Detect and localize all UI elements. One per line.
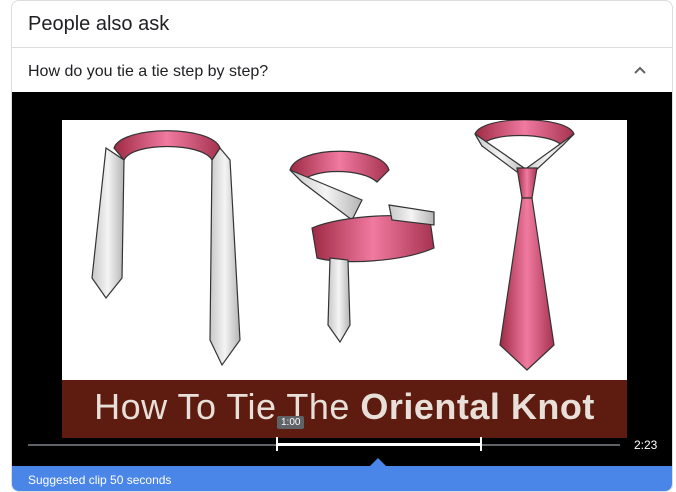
paa-question[interactable]: How do you tie a tie step by step?: [28, 63, 268, 81]
clip-start-marker[interactable]: [276, 437, 278, 451]
paa-heading: People also ask: [28, 13, 170, 35]
divider: [12, 47, 672, 48]
suggested-clip-segment[interactable]: [276, 443, 482, 446]
play-icon[interactable]: [380, 290, 416, 326]
clip-end-marker[interactable]: [480, 437, 482, 451]
suggested-clip-bar[interactable]: Suggested clip 50 seconds: [12, 466, 672, 491]
suggested-clip-label: Suggested clip 50 seconds: [28, 473, 172, 487]
video-player[interactable]: How To Tie The Oriental Knot 1:00 2:23: [12, 92, 672, 466]
video-thumbnail[interactable]: How To Tie The Oriental Knot: [62, 120, 627, 438]
banner-text: How To Tie The Oriental Knot: [62, 386, 627, 428]
title-banner: How To Tie The Oriental Knot: [62, 380, 627, 438]
banner-text-light: How To Tie The: [94, 386, 361, 427]
banner-text-bold: Oriental Knot: [360, 386, 595, 427]
marker-time-tooltip: 1:00: [277, 416, 305, 429]
chevron-up-icon[interactable]: [628, 59, 652, 83]
video-duration: 2:23: [634, 438, 658, 452]
people-also-ask-card: People also ask How do you tie a tie ste…: [11, 0, 673, 492]
